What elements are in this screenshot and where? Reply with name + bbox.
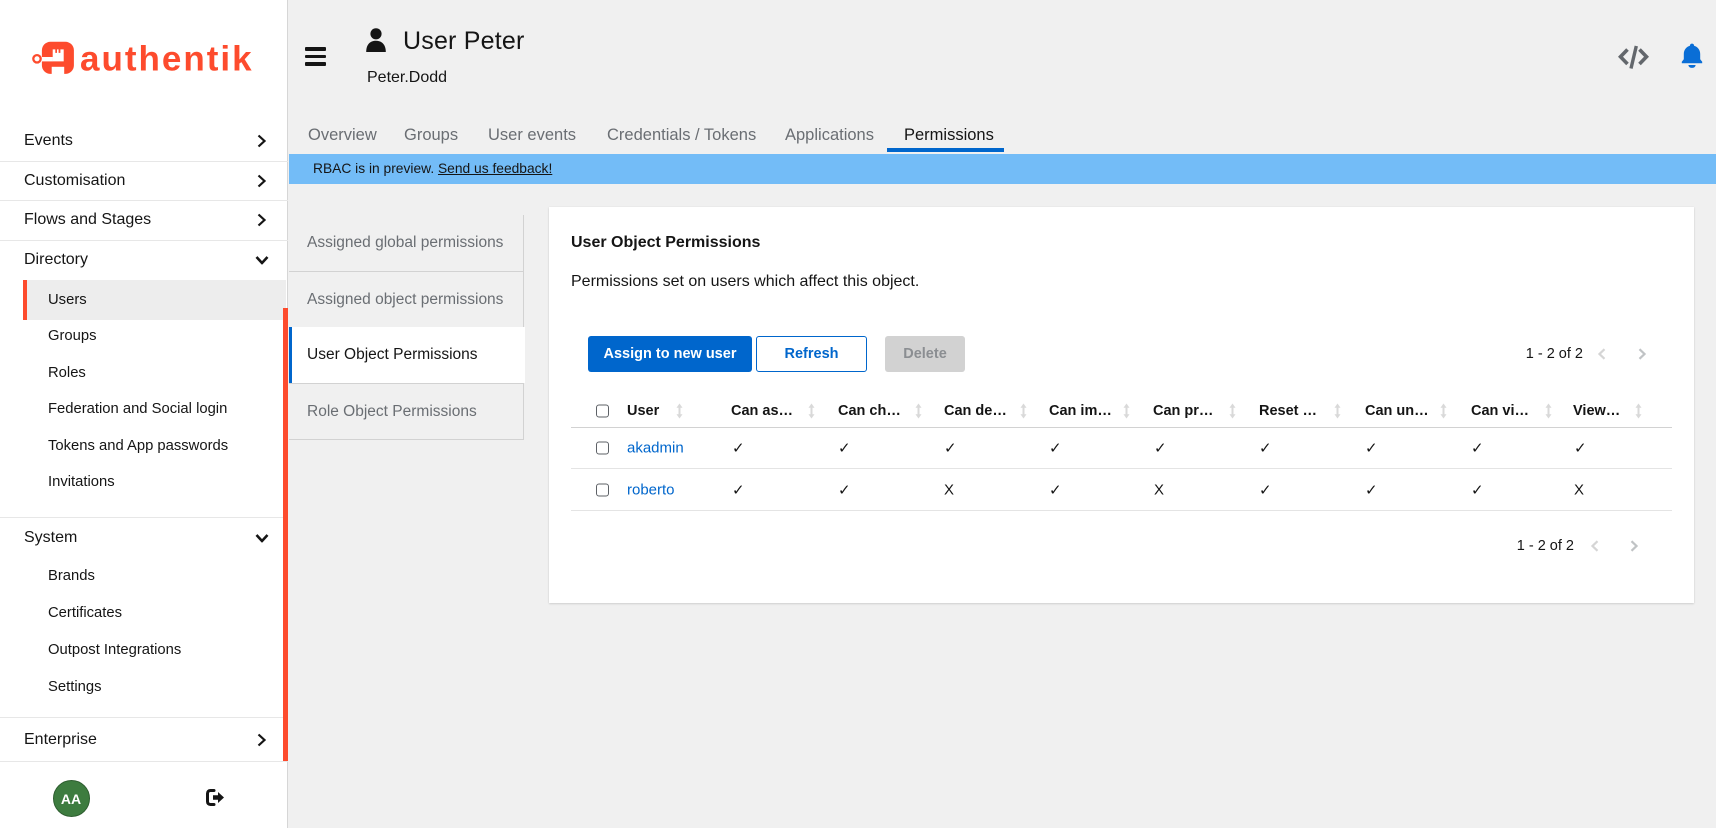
svg-text:authentik: authentik (80, 40, 254, 79)
